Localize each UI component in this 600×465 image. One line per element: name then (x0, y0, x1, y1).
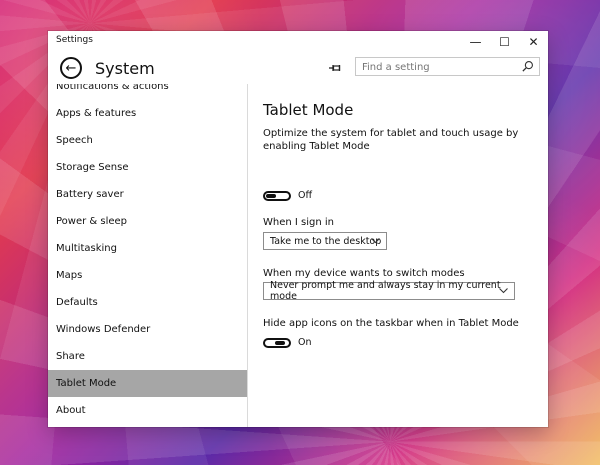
sidebar-item-apps-features[interactable]: Apps & features (48, 100, 247, 127)
sidebar-item-label: Windows Defender (56, 324, 151, 335)
tablet-mode-description: Optimize the system for tablet and touch… (263, 128, 519, 152)
tablet-mode-toggle-state: Off (298, 190, 313, 201)
chevron-down-icon (371, 238, 380, 244)
maximize-button[interactable]: ☐ (490, 31, 519, 53)
title-bar: Settings — ☐ ✕ (48, 31, 548, 53)
sidebar-item-windows-defender[interactable]: Windows Defender (48, 316, 247, 343)
sidebar-item-maps[interactable]: Maps (48, 262, 247, 289)
switch-modes-label: When my device wants to switch modes (263, 268, 465, 279)
sidebar-item-about[interactable]: About (48, 397, 247, 424)
switch-modes-dropdown[interactable]: Never prompt me and always stay in my cu… (263, 280, 515, 302)
sidebar-item-label: Multitasking (56, 243, 117, 254)
switch-modes-dropdown-value: Never prompt me and always stay in my cu… (270, 280, 501, 302)
sign-in-dropdown[interactable]: Take me to the desktop (263, 232, 387, 250)
page-title: Tablet Mode (263, 101, 354, 119)
sidebar-item-battery-saver[interactable]: Battery saver (48, 181, 247, 208)
sidebar-item-label: Battery saver (56, 189, 124, 200)
window-title: Settings (56, 35, 93, 45)
sign-in-dropdown-value: Take me to the desktop (270, 235, 382, 247)
close-icon: ✕ (528, 35, 539, 49)
sidebar-item-label: Notifications & actions (56, 84, 169, 92)
tablet-mode-panel: Tablet Mode Optimize the system for tabl… (248, 84, 548, 427)
maximize-icon: ☐ (499, 35, 510, 49)
sidebar-item-storage-sense[interactable]: Storage Sense (48, 154, 247, 181)
sidebar-item-defaults[interactable]: Defaults (48, 289, 247, 316)
sidebar-item-label: Tablet Mode (56, 378, 117, 389)
sidebar-item-share[interactable]: Share (48, 343, 247, 370)
sidebar-item-label: Defaults (56, 297, 98, 308)
search-box[interactable] (355, 57, 540, 76)
sidebar-item-multitasking[interactable]: Multitasking (48, 235, 247, 262)
chevron-down-icon (499, 288, 508, 294)
window-controls: — ☐ ✕ (461, 31, 548, 53)
sign-in-label: When I sign in (263, 217, 334, 228)
sidebar-item-label: Speech (56, 135, 93, 146)
search-input[interactable] (362, 59, 512, 75)
tablet-mode-toggle[interactable] (263, 191, 291, 201)
minimize-button[interactable]: — (461, 31, 490, 53)
hide-icons-toggle-state: On (298, 337, 312, 348)
settings-window: Settings — ☐ ✕ ← System Find a setting N… (48, 31, 548, 427)
back-arrow-icon: ← (65, 60, 77, 76)
sidebar-item-label: Share (56, 351, 85, 362)
sidebar-item-label: Apps & features (56, 108, 137, 119)
sidebar-item-speech[interactable]: Speech (48, 127, 247, 154)
hide-icons-toggle[interactable] (263, 338, 291, 348)
sidebar-item-power-sleep[interactable]: Power & sleep (48, 208, 247, 235)
settings-header: ← System (48, 53, 548, 84)
back-button[interactable]: ← (60, 57, 82, 79)
pin-icon[interactable] (327, 60, 343, 76)
toggle-knob (275, 341, 285, 345)
sidebar-item-tablet-mode[interactable]: Tablet Mode (48, 370, 247, 397)
sidebar-item-notifications-actions[interactable]: Notifications & actions (48, 84, 247, 100)
toggle-knob (266, 194, 276, 198)
hide-icons-label: Hide app icons on the taskbar when in Ta… (263, 318, 519, 329)
page-heading: System (95, 59, 155, 78)
close-button[interactable]: ✕ (519, 31, 548, 53)
sidebar: Notifications & actions Apps & features … (48, 84, 248, 427)
sidebar-item-label: Storage Sense (56, 162, 129, 173)
search-icon[interactable] (521, 60, 534, 73)
sidebar-item-label: Power & sleep (56, 216, 128, 227)
sidebar-item-label: About (56, 405, 86, 416)
minimize-icon: — (469, 35, 482, 49)
sidebar-item-label: Maps (56, 270, 83, 281)
